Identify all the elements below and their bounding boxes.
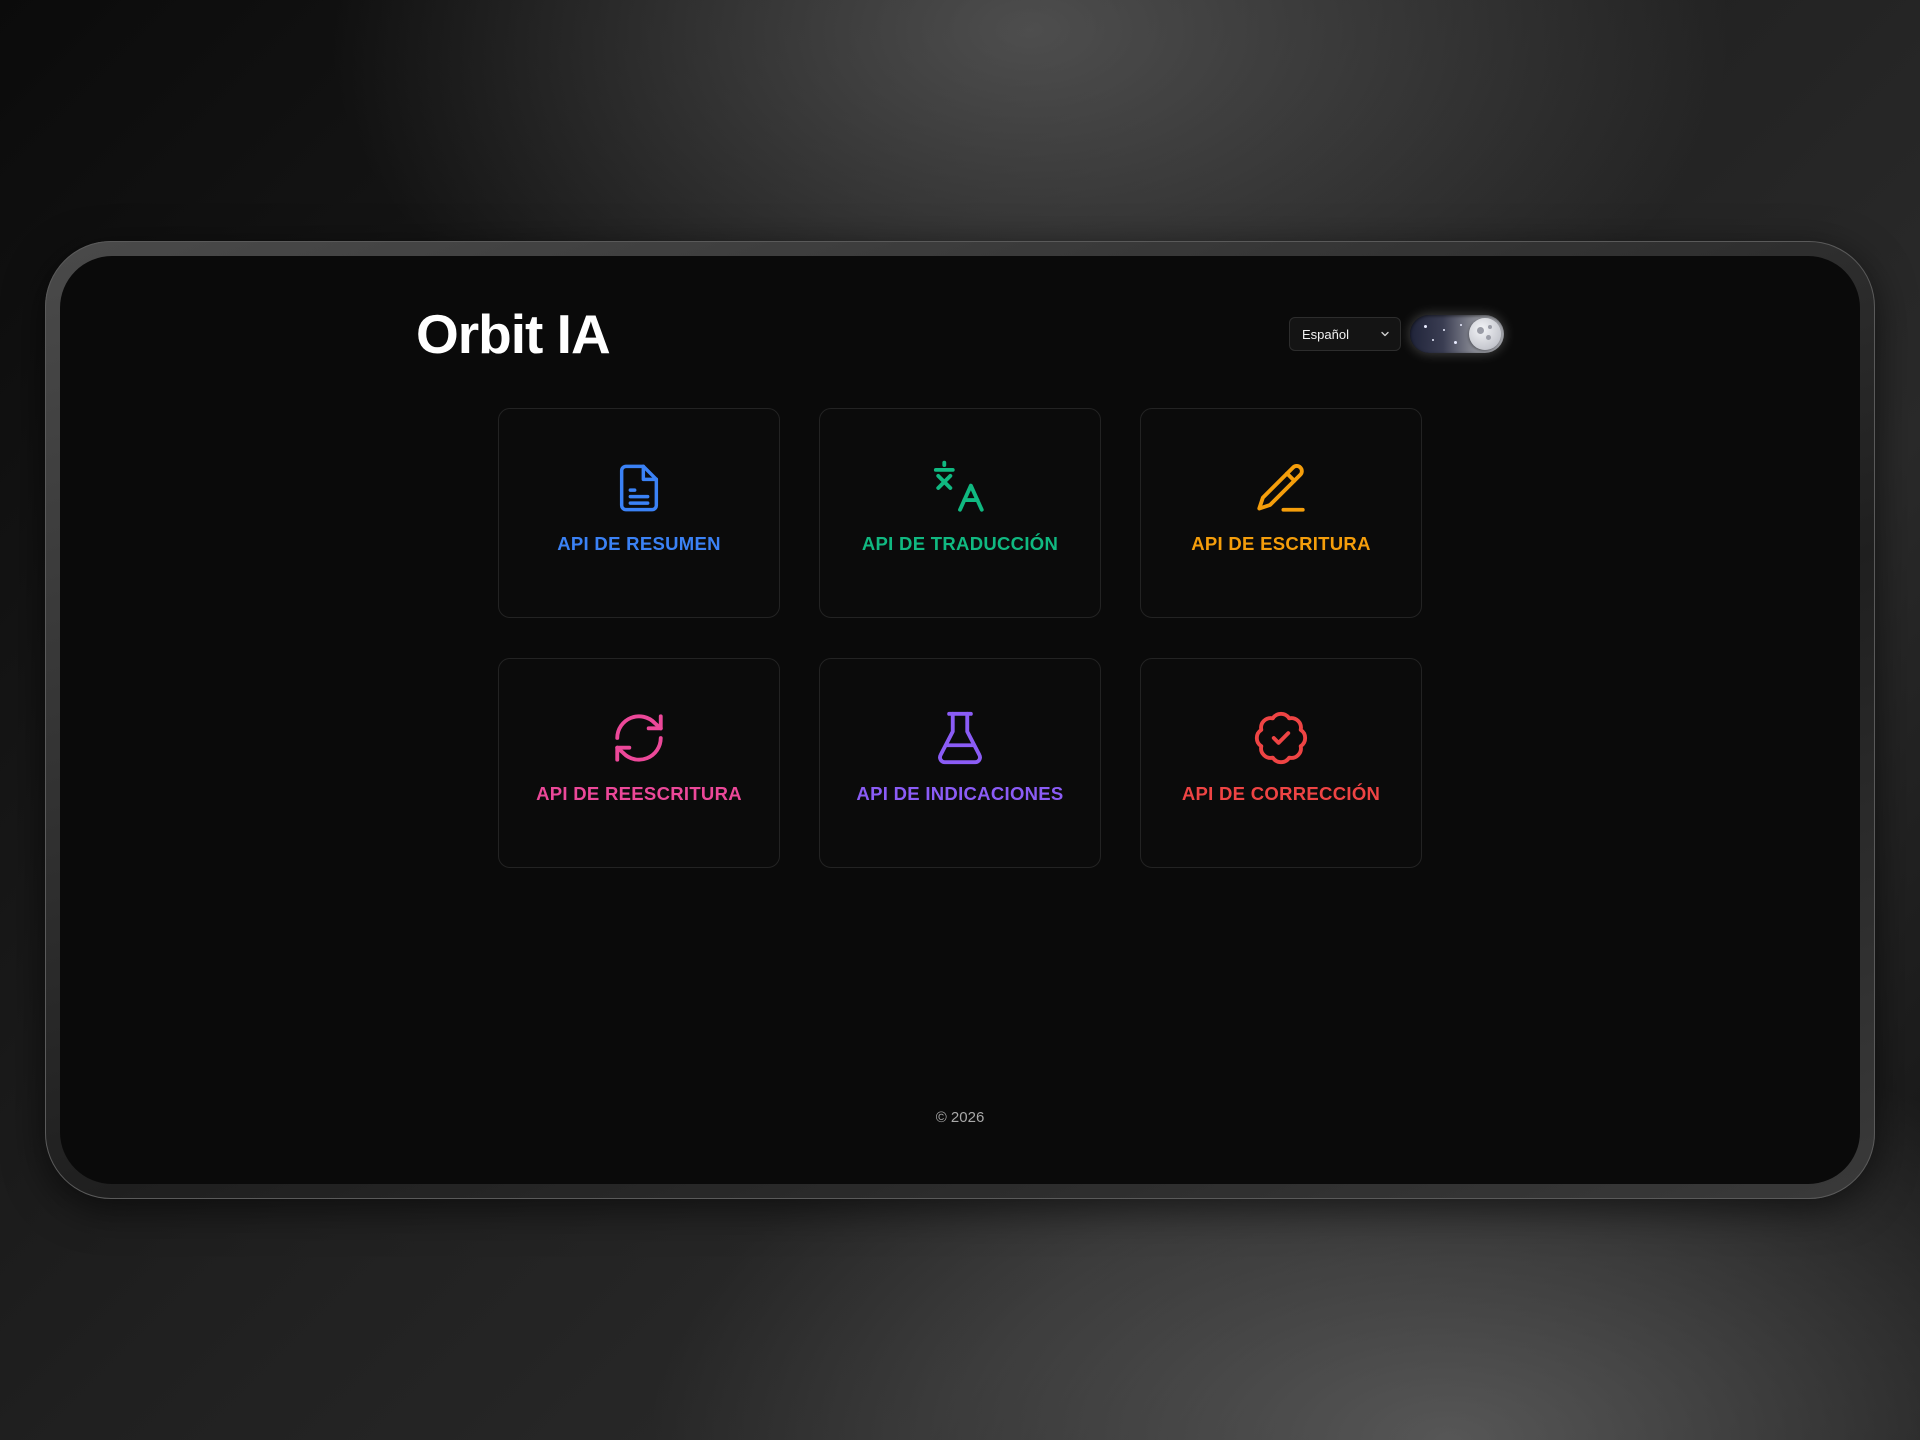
card-prompts-label: API DE INDICACIONES xyxy=(856,783,1064,804)
chevron-down-icon xyxy=(1380,329,1390,339)
translate-icon xyxy=(931,459,989,517)
card-writing-api[interactable]: API DE ESCRITURA xyxy=(1140,408,1422,618)
device-frame: Orbit IA Español API DE RESUMEN API DE T… xyxy=(45,241,1875,1199)
star-icon xyxy=(1460,324,1462,326)
theme-toggle[interactable] xyxy=(1410,315,1504,353)
card-proofreading-api[interactable]: API DE CORRECCIÓN xyxy=(1140,658,1422,868)
app-title: Orbit IA xyxy=(416,303,611,365)
card-summary-api[interactable]: API DE RESUMEN xyxy=(498,408,780,618)
star-icon xyxy=(1443,329,1445,331)
flask-icon xyxy=(931,709,989,767)
star-icon xyxy=(1432,339,1434,341)
card-prompts-api[interactable]: API DE INDICACIONES xyxy=(819,658,1101,868)
moon-icon xyxy=(1469,318,1501,350)
language-select-value: Español xyxy=(1302,326,1349,342)
pencil-icon xyxy=(1252,459,1310,517)
card-rewriting-api[interactable]: API DE REESCRITURA xyxy=(498,658,780,868)
card-translation-api[interactable]: API DE TRADUCCIÓN xyxy=(819,408,1101,618)
app-screen: Orbit IA Español API DE RESUMEN API DE T… xyxy=(60,256,1860,1184)
badge-check-icon xyxy=(1252,709,1310,767)
language-select[interactable]: Español xyxy=(1289,317,1401,351)
refresh-icon xyxy=(610,709,668,767)
card-proofreading-label: API DE CORRECCIÓN xyxy=(1181,783,1381,804)
document-icon xyxy=(610,459,668,517)
star-icon xyxy=(1424,325,1427,328)
footer-copyright: © 2026 xyxy=(935,1109,985,1126)
card-writing-label: API DE ESCRITURA xyxy=(1191,533,1371,554)
card-rewriting-label: API DE REESCRITURA xyxy=(536,783,742,804)
star-icon xyxy=(1454,341,1457,344)
card-translation-label: API DE TRADUCCIÓN xyxy=(861,533,1059,554)
card-summary-label: API DE RESUMEN xyxy=(557,533,721,554)
